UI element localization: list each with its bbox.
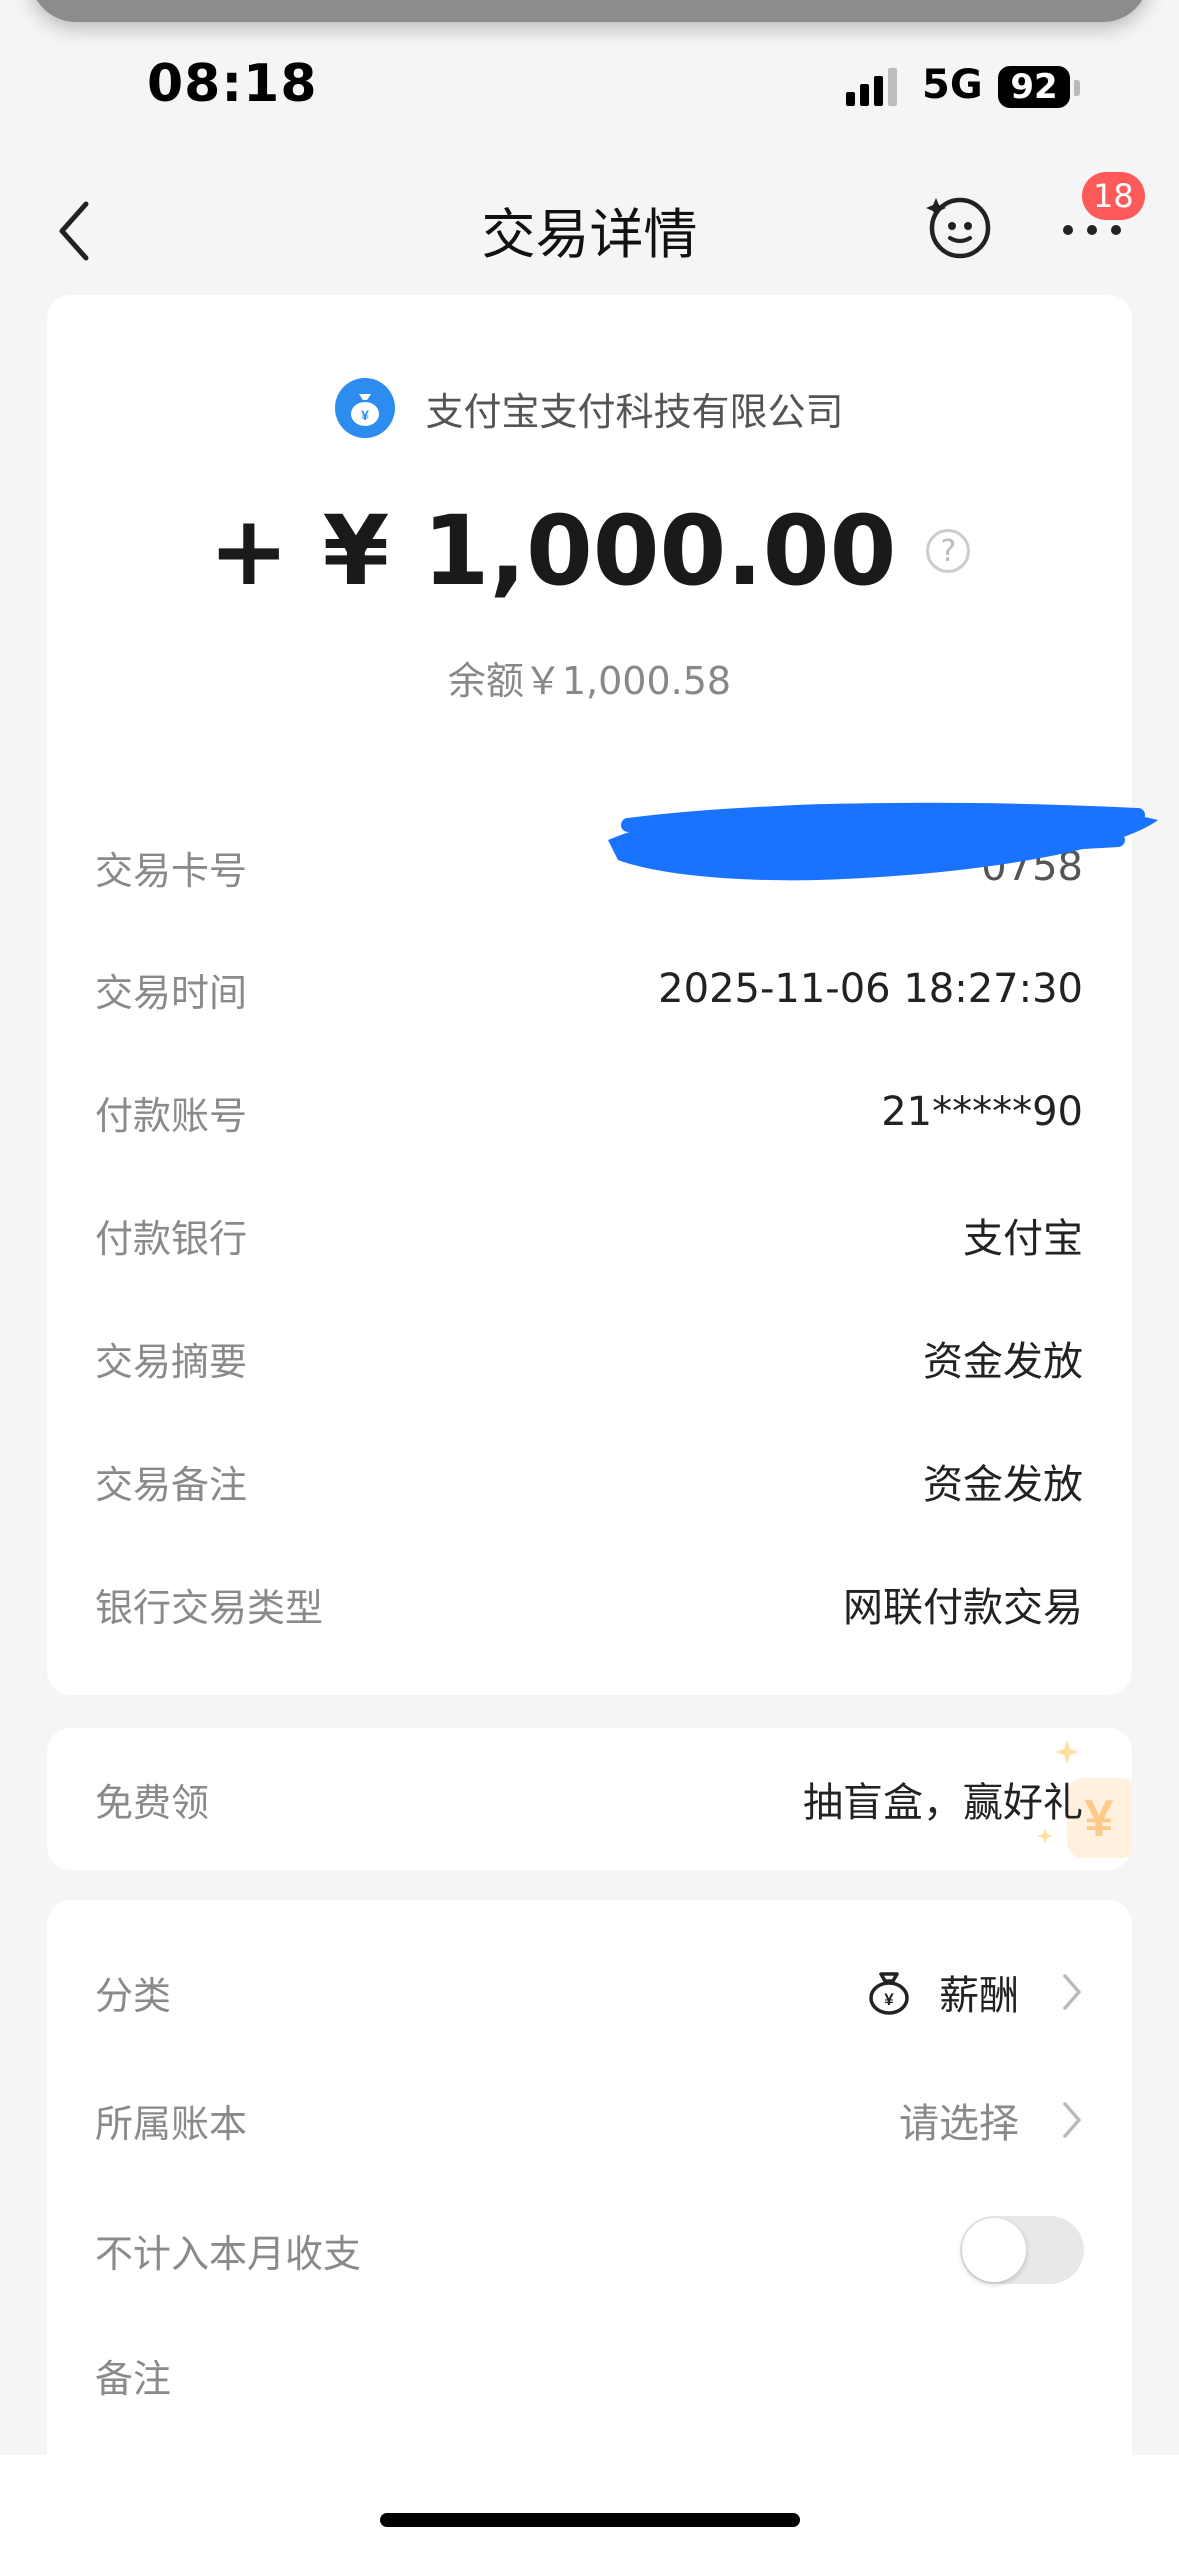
salary-bag-icon: ¥ xyxy=(869,1972,909,2015)
ledger-selector[interactable]: 请选择 xyxy=(899,2091,1083,2149)
merchant-name: 支付宝支付科技有限公司 xyxy=(425,389,844,434)
balance-text: 余额￥1,000.58 xyxy=(447,659,732,703)
category-label: 分类 xyxy=(95,1973,172,2018)
note-row[interactable]: 备注 xyxy=(95,2345,695,2405)
top-banner-edge xyxy=(30,0,1149,22)
detail-value: 2025-11-06 18:27:30 xyxy=(658,966,1083,1012)
redaction-scribble xyxy=(608,802,1158,881)
battery-tip xyxy=(1074,80,1080,96)
note-label: 备注 xyxy=(95,2356,172,2401)
amount-row: + ¥ 1,000.00 ? xyxy=(0,495,1179,607)
battery-level: 92 xyxy=(1010,67,1058,107)
svg-text:¥: ¥ xyxy=(884,1990,894,2009)
detail-value: 网联付款交易 xyxy=(843,1585,1083,1631)
chevron-right-icon xyxy=(1063,1974,1081,2010)
promo-label: 免费领 xyxy=(95,1780,210,1825)
exclude-label: 不计入本月收支 xyxy=(95,2231,362,2276)
detail-label: 交易时间 xyxy=(95,970,248,1015)
detail-label: 交易卡号 xyxy=(95,848,248,893)
svg-text:¥: ¥ xyxy=(1085,1790,1114,1848)
detail-row-payer-account: 付款账号 21*****90 xyxy=(95,1082,1083,1142)
detail-label: 交易摘要 xyxy=(95,1339,248,1384)
ledger-label: 所属账本 xyxy=(95,2101,248,2146)
transaction-amount: + ¥ 1,000.00 xyxy=(208,495,897,607)
exclude-toggle[interactable] xyxy=(960,2216,1084,2284)
network-type: 5G xyxy=(922,62,983,108)
exclude-row: 不计入本月收支 xyxy=(95,2220,955,2280)
smiley-assistant-icon[interactable] xyxy=(926,192,994,260)
promo-value[interactable]: 抽盲盒，赢好礼 xyxy=(803,1770,1083,1828)
help-icon[interactable]: ? xyxy=(926,529,971,573)
detail-row-time: 交易时间 2025-11-06 18:27:30 xyxy=(95,959,1083,1019)
toggle-knob xyxy=(962,2218,1026,2282)
detail-value: 支付宝 xyxy=(963,1216,1083,1262)
detail-row-bank-type: 银行交易类型 网联付款交易 xyxy=(95,1574,1083,1634)
page-title: 交易详情 xyxy=(481,203,698,266)
detail-value: 21*****90 xyxy=(881,1089,1083,1135)
notification-badge: 18 xyxy=(1082,172,1145,220)
promo-row[interactable]: 免费领 抽盲盒，赢好礼 xyxy=(95,1769,1083,1829)
detail-row-summary: 交易摘要 资金发放 xyxy=(95,1328,1083,1388)
detail-label: 交易备注 xyxy=(95,1462,248,1507)
category-selector[interactable]: ¥ 薪酬 xyxy=(867,1963,1083,2021)
ledger-row[interactable]: 所属账本 请选择 xyxy=(95,2090,1083,2150)
detail-label: 付款账号 xyxy=(95,1093,248,1138)
detail-label: 付款银行 xyxy=(95,1216,248,1261)
ledger-value: 请选择 xyxy=(899,2101,1019,2147)
svg-text:¥: ¥ xyxy=(362,407,370,423)
signal-icon xyxy=(846,68,897,106)
detail-row-remark: 交易备注 资金发放 xyxy=(95,1451,1083,1511)
status-time: 08:18 xyxy=(147,54,318,114)
detail-label: 银行交易类型 xyxy=(95,1585,324,1630)
chevron-right-icon xyxy=(1063,2102,1081,2138)
bottom-bar xyxy=(0,2455,1179,2556)
detail-value: 资金发放 xyxy=(923,1462,1083,1508)
home-indicator[interactable] xyxy=(380,2513,800,2527)
detail-row-payer-bank: 付款银行 支付宝 xyxy=(95,1205,1083,1265)
merchant-row: ¥ 支付宝支付科技有限公司 xyxy=(0,378,1179,438)
category-row[interactable]: 分类 ¥ 薪酬 xyxy=(95,1962,1083,2022)
detail-value: 资金发放 xyxy=(923,1339,1083,1385)
money-bag-icon: ¥ xyxy=(335,378,396,438)
battery-icon: 92 xyxy=(998,66,1070,108)
category-value: 薪酬 xyxy=(939,1973,1019,2019)
